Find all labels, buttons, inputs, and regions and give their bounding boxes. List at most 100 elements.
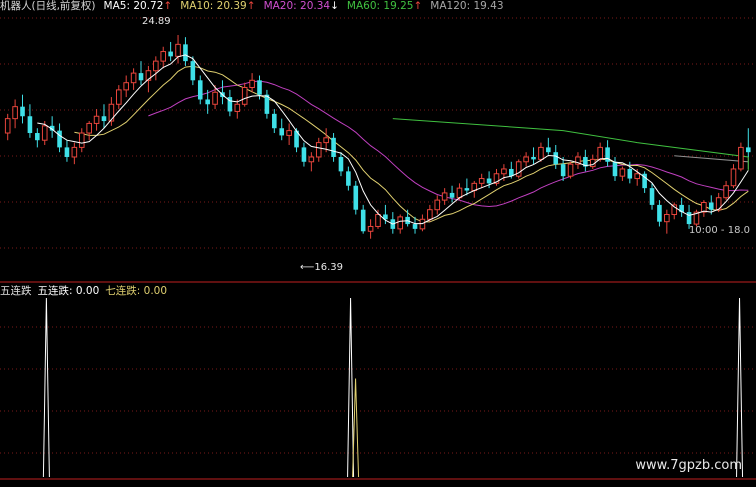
candle-body <box>553 152 559 165</box>
ma5-value: MA5: 20.72↑ <box>103 0 173 12</box>
candle-body <box>234 103 241 112</box>
candle-body <box>486 178 492 184</box>
candle-body <box>115 89 122 105</box>
candle-body <box>738 146 744 170</box>
candle-body <box>205 99 210 105</box>
indicator-seven-down: 七连跌: 0.00 <box>105 285 168 297</box>
candle-body <box>619 168 626 177</box>
candle-body <box>323 137 329 144</box>
candle-body <box>308 156 315 163</box>
candle-body <box>375 213 381 227</box>
ma20-value: MA20: 20.34↓ <box>263 0 339 12</box>
candle-body <box>78 132 85 148</box>
candle-body <box>441 192 448 201</box>
indicator-title: 五连跌 <box>0 285 32 297</box>
candle-body <box>664 213 670 223</box>
low-price-label: ⟵16.39 <box>300 262 343 273</box>
candle-body <box>12 106 18 120</box>
indicator-five-down: 五连跌: 0.00 <box>37 285 100 297</box>
stock-name: 机器人(日线,前复权) <box>0 0 96 12</box>
ma60-value: MA60: 19.25↑ <box>346 0 423 12</box>
candle-body <box>197 80 203 100</box>
candle-body <box>108 103 115 122</box>
candle-body <box>27 116 33 134</box>
candle-body <box>523 156 529 163</box>
candle-body <box>434 199 441 211</box>
candle-body <box>397 216 404 230</box>
candle-body <box>597 146 603 160</box>
candle-body <box>634 173 641 180</box>
candle-body <box>367 225 374 232</box>
candle-body <box>241 86 248 105</box>
candle-body <box>657 204 662 222</box>
candle-body <box>168 51 173 57</box>
candle-body <box>686 212 692 225</box>
indicator-spikes <box>42 297 744 478</box>
right-axis-label: 10:00 - 18.0 <box>688 225 750 236</box>
candle-body <box>560 164 566 177</box>
candle-body <box>57 130 62 148</box>
candle-body <box>449 192 455 198</box>
candle-body <box>501 168 507 175</box>
candle-body <box>20 106 25 117</box>
stock-chart <box>0 17 756 480</box>
candle-body <box>723 185 729 199</box>
candle-body <box>649 188 655 205</box>
candle-body <box>412 224 418 229</box>
indicator-header: 五连跌 五连跌: 0.00 七连跌: 0.00 <box>0 285 173 298</box>
candle-body <box>315 142 322 158</box>
candle-body <box>531 156 536 160</box>
candle-body <box>64 147 70 157</box>
ma20-line <box>148 80 749 208</box>
candle-body <box>427 209 433 220</box>
candle-body <box>353 185 359 210</box>
candle-body <box>464 188 470 191</box>
candle-body <box>612 161 618 177</box>
watermark: www.7gpzb.com <box>635 458 742 473</box>
candle-body <box>746 147 751 153</box>
candle-body <box>272 113 277 129</box>
ma120-value: MA120: 19.43 <box>430 0 504 12</box>
candle-body <box>346 171 351 186</box>
candle-body <box>257 80 262 95</box>
candle-body <box>93 115 100 124</box>
candle-body <box>331 137 336 157</box>
candle-body <box>279 128 285 136</box>
candle-body <box>86 122 92 134</box>
panel-divider <box>0 281 756 480</box>
ma10-value: MA10: 20.39↑ <box>180 0 256 12</box>
ma20-path <box>148 80 749 208</box>
candlestick-series <box>4 35 751 239</box>
candle-body <box>212 91 218 105</box>
candle-body <box>138 73 144 81</box>
candle-body <box>249 79 255 88</box>
candle-body <box>456 187 463 199</box>
ma120-line <box>674 155 749 169</box>
candle-body <box>730 168 737 187</box>
candle-body <box>130 72 137 84</box>
candle-body <box>183 44 188 62</box>
candle-body <box>175 43 181 57</box>
grid-lines <box>0 17 756 454</box>
candle-body <box>338 156 344 172</box>
indicator-spike <box>736 297 744 478</box>
high-price-label: 24.89 <box>142 16 171 27</box>
candle-body <box>123 82 129 91</box>
candle-body <box>360 209 366 232</box>
candle-body <box>4 118 11 134</box>
candle-body <box>286 130 292 136</box>
candle-body <box>627 168 633 179</box>
candle-body <box>567 163 574 177</box>
candle-body <box>35 133 40 141</box>
indicator-spike <box>42 297 50 478</box>
candle-body <box>41 125 48 141</box>
candle-body <box>71 146 78 158</box>
candle-body <box>708 202 714 210</box>
candle-body <box>546 147 551 153</box>
indicator-spike <box>347 297 355 478</box>
candle-body <box>153 60 159 72</box>
candle-body <box>478 178 485 184</box>
indicator-spike <box>352 378 360 478</box>
price-header: 机器人(日线,前复权) MA5: 20.72↑ MA10: 20.39↑ MA20: … <box>0 0 512 14</box>
ma120-path <box>674 155 749 169</box>
